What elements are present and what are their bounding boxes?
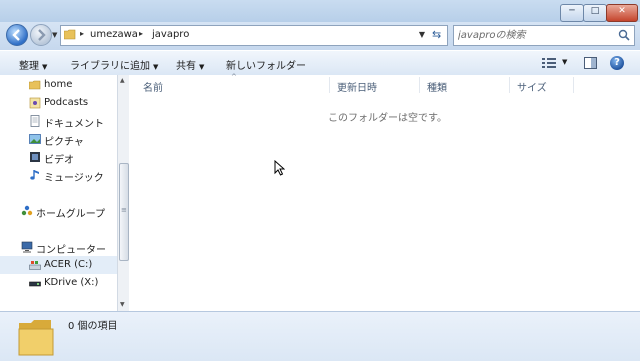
details-pane: 0 個の項目 [0, 311, 640, 361]
help-icon[interactable]: ? [610, 56, 624, 70]
maximize-button[interactable]: □ [583, 4, 607, 22]
sort-indicator-icon: ^ [231, 73, 237, 81]
chevron-down-icon: ▼ [153, 63, 159, 71]
breadcrumb-umezawa[interactable]: umezawa [90, 29, 138, 40]
search-input[interactable] [458, 28, 608, 42]
breadcrumb-separator: ▸ [139, 29, 144, 38]
maximize-icon: □ [590, 6, 600, 16]
homegroup-icon [21, 205, 33, 216]
search-box[interactable] [453, 25, 635, 46]
minimize-icon: ─ [569, 6, 575, 16]
empty-folder-message: このフォルダーは空です。 [328, 113, 447, 124]
nav-item-label: Podcasts [44, 97, 89, 108]
nav-item-label: ミュージック [44, 173, 104, 184]
column-divider[interactable] [509, 77, 510, 93]
new-folder-button[interactable]: 新しいフォルダー [226, 57, 306, 72]
column-header-name[interactable]: 名前 [143, 79, 163, 94]
column-divider[interactable] [329, 77, 330, 93]
nav-item-kdrive-x[interactable]: KDrive (X:) [0, 274, 117, 292]
close-icon: ✕ [618, 6, 626, 16]
column-header-modified[interactable]: 更新日時 [337, 79, 377, 94]
new-folder-label: 新しいフォルダー [226, 61, 306, 72]
address-bar[interactable]: ▸ umezawa ▸ javapro ▼ [60, 25, 430, 46]
refresh-button[interactable]: ⇆ [429, 25, 448, 46]
nav-pane-scrollbar[interactable]: ▲ ≡ ▼ [117, 75, 129, 311]
scroll-up-icon[interactable]: ▲ [120, 77, 125, 84]
column-divider[interactable] [573, 77, 574, 93]
music-icon [30, 170, 39, 180]
scroll-down-icon[interactable]: ▼ [120, 301, 125, 308]
column-header-size[interactable]: サイズ [517, 79, 547, 94]
address-dropdown-icon[interactable]: ▼ [419, 30, 425, 39]
navigation-pane: home Podcasts ドキュメント ピクチャ ビデオ ミュージック ホーム… [0, 75, 117, 311]
command-bar: 整理 ▼ ライブラリに追加 ▼ 共有 ▼ 新しいフォルダー ▼ ? [0, 50, 640, 76]
computer-icon [21, 241, 33, 253]
back-arrow-icon [12, 29, 20, 41]
breadcrumb-separator: ▸ [80, 29, 85, 38]
share-label: 共有 [176, 61, 196, 72]
mouse-cursor-icon [274, 160, 285, 176]
chevron-down-icon: ▼ [199, 63, 205, 71]
view-options-dropdown-icon[interactable]: ▼ [562, 58, 567, 66]
change-view-icon[interactable] [542, 57, 556, 69]
nav-item-pictures[interactable]: ピクチャ [0, 130, 117, 148]
forward-arrow-icon [38, 29, 46, 41]
pictures-icon [29, 134, 41, 144]
add-to-library-button[interactable]: ライブラリに追加 ▼ [70, 57, 158, 72]
folder-icon [18, 320, 54, 356]
nav-item-label: ビデオ [44, 155, 74, 166]
recent-pages-dropdown[interactable]: ▼ [52, 31, 57, 39]
nav-item-home[interactable]: home [0, 76, 117, 94]
file-list[interactable]: ^ 名前 更新日時 種類 サイズ このフォルダーは空です。 [129, 73, 640, 311]
nav-item-label: ピクチャ [44, 137, 84, 148]
column-divider[interactable] [419, 77, 420, 93]
add-to-library-label: ライブラリに追加 [70, 61, 150, 72]
documents-icon [30, 115, 40, 127]
nav-item-podcasts[interactable]: Podcasts [0, 94, 117, 112]
refresh-icon: ⇆ [432, 28, 442, 41]
nav-item-computer[interactable]: コンピューター [0, 238, 117, 256]
nav-item-label: コンピューター [36, 245, 106, 256]
item-count: 0 個の項目 [68, 321, 118, 332]
search-icon [618, 29, 630, 41]
podcast-icon [29, 97, 41, 109]
nav-item-homegroup[interactable]: ホームグループ [0, 202, 117, 220]
breadcrumb-javapro[interactable]: javapro [152, 29, 189, 40]
forward-button[interactable] [30, 24, 52, 46]
close-button[interactable]: ✕ [606, 4, 638, 22]
drive-icon [29, 261, 41, 270]
nav-item-music[interactable]: ミュージック [0, 166, 117, 184]
folder-icon [64, 29, 76, 40]
back-button[interactable] [6, 24, 28, 46]
organize-label: 整理 [19, 61, 39, 72]
folder-icon [29, 80, 41, 90]
preview-pane-icon[interactable] [584, 57, 597, 69]
grip-icon: ≡ [121, 206, 127, 214]
videos-icon [30, 152, 40, 162]
nav-item-documents[interactable]: ドキュメント [0, 112, 117, 130]
nav-item-label: home [44, 79, 73, 90]
nav-item-label: KDrive (X:) [44, 277, 99, 288]
scroll-thumb[interactable]: ≡ [119, 163, 129, 261]
nav-item-label: ホームグループ [36, 209, 106, 220]
nav-item-videos[interactable]: ビデオ [0, 148, 117, 166]
share-button[interactable]: 共有 ▼ [176, 57, 204, 72]
usb-drive-icon [29, 281, 41, 287]
minimize-button[interactable]: ─ [560, 4, 584, 22]
title-bar: ─ □ ✕ [0, 0, 640, 22]
nav-item-label: ドキュメント [44, 119, 104, 130]
column-header-type[interactable]: 種類 [427, 79, 447, 94]
nav-item-acer-c[interactable]: ACER (C:) [0, 256, 117, 274]
chevron-down-icon: ▼ [42, 63, 48, 71]
organize-button[interactable]: 整理 ▼ [19, 57, 47, 72]
nav-item-label: ACER (C:) [44, 259, 93, 270]
